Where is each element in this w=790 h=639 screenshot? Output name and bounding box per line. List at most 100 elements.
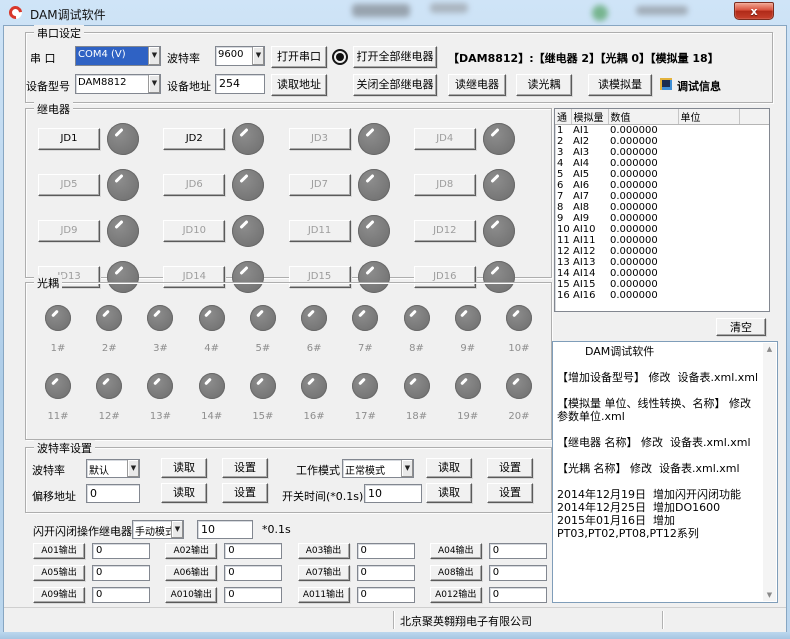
- relay-button[interactable]: JD6: [163, 174, 225, 196]
- title-bar[interactable]: DAM调试软件 x: [0, 0, 790, 26]
- cell-channel: 16: [555, 290, 571, 301]
- ao-output-input[interactable]: 0: [92, 543, 150, 559]
- flash-time-input[interactable]: 10: [197, 520, 253, 539]
- clear-button[interactable]: 清空: [716, 318, 766, 336]
- table-row[interactable]: 13 AI13 0.000000: [555, 257, 770, 268]
- read-opto-button[interactable]: 读光耦: [516, 74, 572, 96]
- relay-button[interactable]: JD2: [163, 128, 225, 150]
- relay-button[interactable]: JD12: [414, 220, 476, 242]
- offset-input[interactable]: 0: [86, 484, 140, 503]
- relay-button[interactable]: JD7: [289, 174, 351, 196]
- ao-output-input[interactable]: 0: [489, 565, 547, 581]
- model-combo[interactable]: DAM8812 ▼: [75, 74, 161, 94]
- relay-button[interactable]: JD4: [414, 128, 476, 150]
- flash-mode-combo[interactable]: 手动模式 ▼: [132, 520, 184, 539]
- scroll-down-icon[interactable]: ▼: [763, 589, 776, 601]
- table-row[interactable]: 15 AI15 0.000000: [555, 279, 770, 290]
- chevron-down-icon[interactable]: ▼: [171, 521, 183, 538]
- log-area[interactable]: DAM调试软件 【增加设备型号】 修改 设备表.xml.xml 【模拟量 单位、…: [552, 341, 778, 603]
- col-header-extra: [739, 109, 770, 125]
- table-row[interactable]: 5 AI5 0.000000: [555, 169, 770, 180]
- relay-button[interactable]: JD8: [414, 174, 476, 196]
- table-row[interactable]: 6 AI6 0.000000: [555, 180, 770, 191]
- ao-output-button[interactable]: A05输出: [33, 565, 85, 581]
- ao-output-button[interactable]: A012输出: [430, 587, 482, 603]
- cell-channel: 10: [555, 224, 571, 235]
- relay-button[interactable]: JD9: [38, 220, 100, 242]
- read-relay-button[interactable]: 读继电器: [448, 74, 506, 96]
- chevron-down-icon[interactable]: ▼: [148, 47, 160, 65]
- ao-output-input[interactable]: 0: [489, 587, 547, 603]
- switch-time-input[interactable]: 10: [364, 484, 422, 503]
- table-row[interactable]: 11 AI11 0.000000: [555, 235, 770, 246]
- table-row[interactable]: 9 AI9 0.000000: [555, 213, 770, 224]
- ao-output-button[interactable]: A07输出: [298, 565, 350, 581]
- offset-read-button[interactable]: 读取: [161, 483, 207, 503]
- switch-set-button[interactable]: 设置: [487, 483, 533, 503]
- ao-output-button[interactable]: A08输出: [430, 565, 482, 581]
- chevron-down-icon[interactable]: ▼: [401, 460, 413, 477]
- ao-output-input[interactable]: 0: [357, 565, 415, 581]
- ao-output-button[interactable]: A03输出: [298, 543, 350, 559]
- workmode-combo[interactable]: 正常模式 ▼: [342, 459, 414, 478]
- cell-analog: AI2: [571, 136, 608, 147]
- scroll-up-icon[interactable]: ▲: [763, 343, 776, 355]
- table-row[interactable]: 3 AI3 0.000000: [555, 147, 770, 158]
- ao-output-button[interactable]: A011输出: [298, 587, 350, 603]
- ao-output-input[interactable]: 0: [92, 565, 150, 581]
- cell-unit: [678, 246, 739, 257]
- relay-button[interactable]: JD11: [289, 220, 351, 242]
- switch-read-button[interactable]: 读取: [426, 483, 472, 503]
- read-addr-button[interactable]: 读取地址: [271, 74, 327, 96]
- table-row[interactable]: 7 AI7 0.000000: [555, 191, 770, 202]
- table-row[interactable]: 8 AI8 0.000000: [555, 202, 770, 213]
- baud-set-button[interactable]: 设置: [222, 458, 268, 478]
- read-analog-button[interactable]: 读模拟量: [588, 74, 652, 96]
- ao-output-input[interactable]: 0: [92, 587, 150, 603]
- log-scrollbar[interactable]: ▲ ▼: [763, 343, 776, 601]
- workmode-read-button[interactable]: 读取: [426, 458, 472, 478]
- ao-output-button[interactable]: A01输出: [33, 543, 85, 559]
- table-row[interactable]: 16 AI16 0.000000: [555, 290, 770, 301]
- offset-set-button[interactable]: 设置: [222, 483, 268, 503]
- open-port-button[interactable]: 打开串口: [271, 46, 327, 68]
- cell-extra: [739, 158, 770, 169]
- close-all-relays-button[interactable]: 关闭全部继电器: [353, 74, 437, 96]
- ao-output-button[interactable]: A02输出: [165, 543, 217, 559]
- ao-output-button[interactable]: A010输出: [165, 587, 217, 603]
- device-addr-input[interactable]: 254: [215, 74, 265, 94]
- chevron-down-icon[interactable]: ▼: [148, 75, 160, 93]
- baud-combo[interactable]: 9600 ▼: [215, 46, 265, 66]
- table-row[interactable]: 12 AI12 0.000000: [555, 246, 770, 257]
- ao-output-input[interactable]: 0: [489, 543, 547, 559]
- table-row[interactable]: 1 AI1 0.000000: [555, 125, 770, 137]
- ao-output-input[interactable]: 0: [224, 543, 282, 559]
- ao-output-input[interactable]: 0: [224, 565, 282, 581]
- ao-output-input[interactable]: 0: [357, 543, 415, 559]
- close-button[interactable]: x: [734, 2, 774, 20]
- relay-button[interactable]: JD10: [163, 220, 225, 242]
- table-row[interactable]: 4 AI4 0.000000: [555, 158, 770, 169]
- chevron-down-icon[interactable]: ▼: [127, 460, 139, 477]
- chevron-down-icon[interactable]: ▼: [252, 47, 264, 65]
- baudset-baud-combo[interactable]: 默认 ▼: [86, 459, 140, 478]
- port-combo[interactable]: COM4 (V) ▼: [75, 46, 161, 66]
- workmode-set-button[interactable]: 设置: [487, 458, 533, 478]
- relay-button[interactable]: JD3: [289, 128, 351, 150]
- table-row[interactable]: 10 AI10 0.000000: [555, 224, 770, 235]
- analog-table[interactable]: 通 模拟量 数值 单位 1 AI1 0.000000: [554, 108, 770, 312]
- cell-analog: AI11: [571, 235, 608, 246]
- table-row[interactable]: 14 AI14 0.000000: [555, 268, 770, 279]
- relay-button[interactable]: JD5: [38, 174, 100, 196]
- desktop-blur-blob: [352, 4, 410, 17]
- baud-read-button[interactable]: 读取: [161, 458, 207, 478]
- relay-button[interactable]: JD1: [38, 128, 100, 150]
- baudset-baud-value: 默认: [87, 460, 127, 477]
- table-row[interactable]: 2 AI2 0.000000: [555, 136, 770, 147]
- ao-output-button[interactable]: A04输出: [430, 543, 482, 559]
- open-all-relays-button[interactable]: 打开全部继电器: [353, 46, 437, 68]
- ao-output-input[interactable]: 0: [357, 587, 415, 603]
- ao-output-input[interactable]: 0: [224, 587, 282, 603]
- ao-output-button[interactable]: A09输出: [33, 587, 85, 603]
- ao-output-button[interactable]: A06输出: [165, 565, 217, 581]
